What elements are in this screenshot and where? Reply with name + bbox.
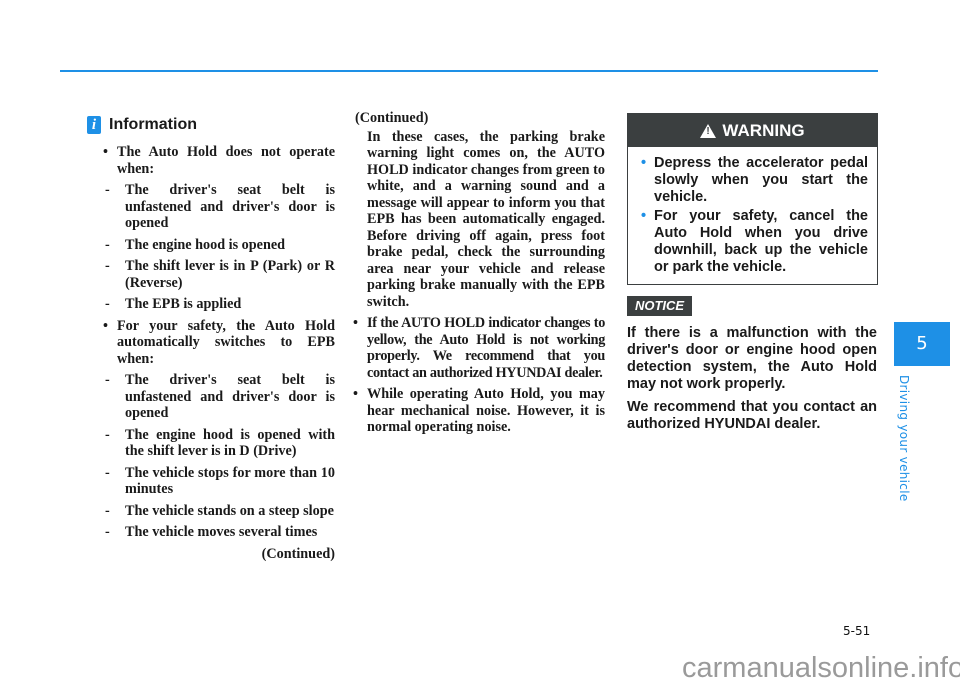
info-sub-item: The shift lever is in P (Park) or R (Rev… (105, 258, 335, 291)
warning-body: Depress the accelerator pedal slowly whe… (628, 147, 877, 276)
info-sub-item: The driver's seat belt is unfastened and… (105, 372, 335, 422)
notice-paragraph: We recommend that you contact an authori… (627, 399, 877, 432)
chapter-tab: 5 (894, 322, 950, 366)
continued-label: (Continued) (261, 545, 335, 562)
information-section: i Information The Auto Hold does not ope… (87, 110, 335, 562)
continued-bullet: While operating Auto Hold, you may hear … (353, 386, 605, 436)
chapter-label: Driving your vehicle (897, 375, 917, 505)
info-sub-item: The EPB is applied (105, 296, 335, 313)
notice-text: If there is a malfunction with the drive… (627, 325, 877, 439)
information-title: Information (109, 116, 197, 133)
info-sub-item: The driver's seat belt is unfastened and… (105, 182, 335, 232)
continued-paragraph: In these cases, the parking brake warnin… (367, 128, 605, 310)
info-sub-item: The vehicle stops for more than 10 minut… (105, 465, 335, 498)
warning-item: Depress the accelerator pedal slowly whe… (641, 155, 868, 206)
info-bullet-2: For your safety, the Auto Hold automatic… (103, 318, 335, 368)
information-header: i Information (87, 110, 335, 140)
info-sub-item: The vehicle stands on a steep slope (105, 503, 335, 520)
info-icon: i (87, 116, 101, 134)
continued-bullet: If the AUTO HOLD indicator changes to ye… (353, 315, 605, 381)
page-number: 5-51 (843, 624, 871, 638)
warning-box: WARNING Depress the accelerator pedal sl… (627, 113, 878, 285)
notice-paragraph: If there is a malfunction with the drive… (627, 325, 877, 392)
info-sub-item: The engine hood is opened (105, 237, 335, 254)
info-sub-item: The vehicle moves several times (105, 524, 335, 541)
chapter-title: Driving your vehicle (897, 375, 911, 502)
warning-title: WARNING (722, 120, 805, 140)
warning-header: WARNING (628, 114, 877, 147)
notice-badge: NOTICE (627, 296, 692, 316)
watermark: carmanualsonline.info (682, 652, 960, 684)
continued-section: (Continued) In these cases, the parking … (353, 110, 605, 441)
header-rule (60, 70, 878, 72)
info-bullet-1: The Auto Hold does not operate when: (103, 144, 335, 177)
warning-triangle-icon (700, 123, 717, 138)
continued-heading: (Continued) (355, 110, 429, 126)
warning-item: For your safety, cancel the Auto Hold wh… (641, 208, 868, 276)
info-sub-item: The engine hood is opened with the shift… (105, 427, 335, 460)
